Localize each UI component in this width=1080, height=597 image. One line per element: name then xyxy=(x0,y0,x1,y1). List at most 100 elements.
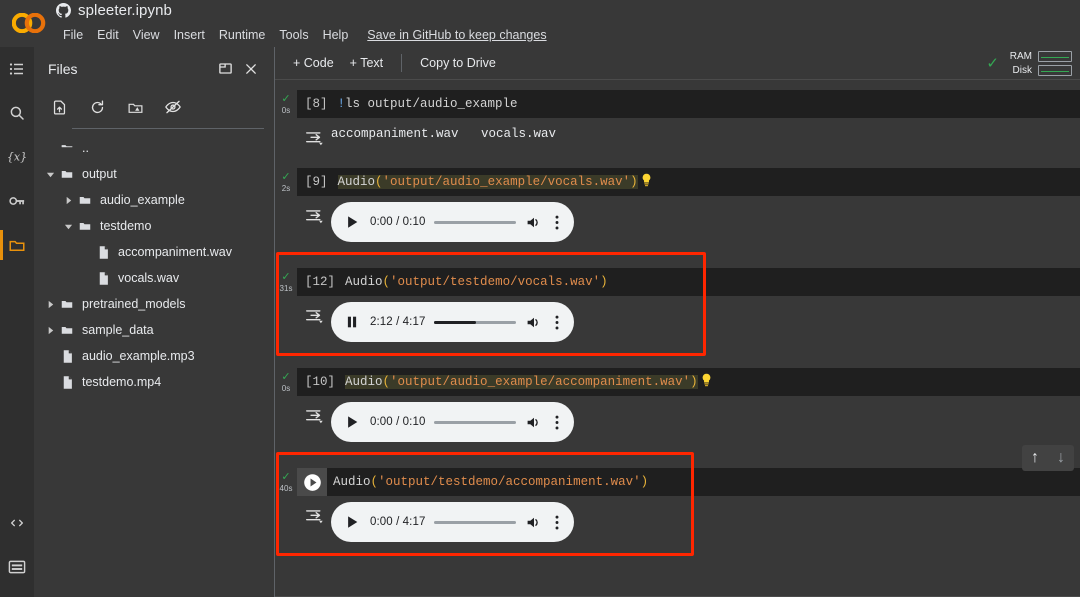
code-suggestion-lightbulb-icon[interactable] xyxy=(641,173,652,191)
playback-progress-bar[interactable] xyxy=(434,220,516,224)
output-stream-icon[interactable] xyxy=(297,302,331,324)
output-stream-icon[interactable] xyxy=(297,402,331,424)
execution-time-label: 40s xyxy=(279,484,293,493)
output-stream-icon[interactable] xyxy=(297,124,331,146)
cell-execution-status: ✓ 2s xyxy=(275,168,297,194)
close-icon[interactable] xyxy=(238,56,264,82)
output-stream-icon[interactable] xyxy=(297,202,331,224)
open-paren-token: ( xyxy=(382,375,391,389)
output-stream-icon[interactable] xyxy=(297,502,331,524)
notebook-cell[interactable]: ✓ 0s [10] Audio('output/audio_example/accom… xyxy=(275,354,1080,454)
menu-tools[interactable]: Tools xyxy=(272,25,315,45)
refresh-icon[interactable] xyxy=(84,94,110,120)
code-suggestion-lightbulb-icon[interactable] xyxy=(701,373,712,391)
code-editor-line[interactable]: Audio('output/testdemo/accompaniment.wav… xyxy=(297,468,1080,496)
player-more-options-icon[interactable] xyxy=(552,415,562,430)
ram-meter[interactable]: RAM xyxy=(1008,51,1072,62)
file-tree-item[interactable]: .. xyxy=(34,135,274,161)
string-literal-token: 'output/audio_example/vocals.wav' xyxy=(382,175,631,189)
parent-folder-icon xyxy=(58,141,76,155)
menu-view[interactable]: View xyxy=(126,25,167,45)
chevron-down-icon[interactable] xyxy=(42,166,58,182)
file-tree-item[interactable]: testdemo.mp4 xyxy=(34,369,274,395)
menu-runtime[interactable]: Runtime xyxy=(212,25,273,45)
file-tree-item[interactable]: audio_example xyxy=(34,187,274,213)
code-editor-line[interactable]: [9] Audio('output/audio_example/vocals.wa… xyxy=(297,168,1080,196)
play-button[interactable] xyxy=(343,215,361,229)
menu-help[interactable]: Help xyxy=(316,25,356,45)
file-tree-item[interactable]: testdemo xyxy=(34,213,274,239)
volume-icon[interactable] xyxy=(525,515,543,530)
add-text-cell-button[interactable]: + Text xyxy=(342,52,391,74)
menu-insert[interactable]: Insert xyxy=(167,25,212,45)
table-of-contents-icon[interactable] xyxy=(0,47,34,91)
notebook-cell[interactable]: ✓ 40s Audio('output/testdemo/accompaniment… xyxy=(275,454,1080,554)
playback-progress-bar[interactable] xyxy=(434,520,516,524)
move-cell-up-icon[interactable]: ↑ xyxy=(1024,447,1046,469)
chevron-right-icon[interactable] xyxy=(42,296,58,312)
file-icon xyxy=(58,349,76,364)
run-cell-button[interactable] xyxy=(297,468,327,496)
player-more-options-icon[interactable] xyxy=(552,215,562,230)
file-tree-item[interactable]: audio_example.mp3 xyxy=(34,343,274,369)
search-icon[interactable] xyxy=(0,91,34,135)
notebook-title-row[interactable]: spleeter.ipynb xyxy=(56,2,172,19)
file-tree-item[interactable]: accompaniment.wav xyxy=(34,239,274,265)
execution-time-label: 31s xyxy=(279,284,293,293)
variables-icon[interactable]: {x} xyxy=(0,135,34,179)
code-editor-line[interactable]: [10] Audio('output/audio_example/accompan… xyxy=(297,368,1080,396)
file-tree-item-label: audio_example xyxy=(100,193,185,207)
menu-file[interactable]: File xyxy=(56,25,90,45)
save-in-github-link[interactable]: Save in GitHub to keep changes xyxy=(361,25,552,45)
code-editor-line[interactable]: [12] Audio('output/testdemo/vocals.wav') xyxy=(297,268,1080,296)
terminal-icon[interactable] xyxy=(0,545,34,589)
notebook-cell[interactable]: ✓ 0s [8]! ls output/audio_example accompanim… xyxy=(275,82,1080,154)
chevron-right-icon[interactable] xyxy=(60,192,76,208)
play-button[interactable] xyxy=(343,515,361,529)
volume-icon[interactable] xyxy=(525,315,543,330)
cell-output: 0:00 / 0:10 xyxy=(297,196,1080,242)
volume-icon[interactable] xyxy=(525,415,543,430)
close-paren-token: ) xyxy=(630,175,638,189)
audio-player[interactable]: 0:00 / 4:17 xyxy=(331,502,574,542)
cell-execution-status: ✓ 0s xyxy=(275,368,297,394)
open-in-new-pane-icon[interactable] xyxy=(212,56,238,82)
ram-sparkline xyxy=(1038,51,1072,62)
execution-success-check-icon: ✓ xyxy=(281,93,291,105)
hide-hidden-files-icon[interactable] xyxy=(160,94,186,120)
code-editor-line[interactable]: [8]! ls output/audio_example xyxy=(297,90,1080,118)
file-tree-item[interactable]: output xyxy=(34,161,274,187)
secrets-key-icon[interactable] xyxy=(0,179,34,223)
upload-file-icon[interactable] xyxy=(46,94,72,120)
pause-button[interactable] xyxy=(343,315,361,329)
audio-player[interactable]: 0:00 / 0:10 xyxy=(331,402,574,442)
execution-time-label: 0s xyxy=(281,384,291,393)
colab-window: spleeter.ipynb File Edit View Insert Run… xyxy=(0,0,1080,597)
shell-escape-token: ! xyxy=(337,97,346,111)
audio-player[interactable]: 0:00 / 0:10 xyxy=(331,202,574,242)
menu-edit[interactable]: Edit xyxy=(90,25,126,45)
move-cell-down-icon[interactable]: ↓ xyxy=(1050,447,1072,469)
resource-meters[interactable]: RAM Disk xyxy=(1008,51,1072,76)
audio-player[interactable]: 2:12 / 4:17 xyxy=(331,302,574,342)
player-more-options-icon[interactable] xyxy=(552,515,562,530)
chevron-down-icon[interactable] xyxy=(60,218,76,234)
player-more-options-icon[interactable] xyxy=(552,315,562,330)
chevron-right-icon[interactable] xyxy=(42,322,58,338)
notebook-cell[interactable]: ✓ 31s [12] Audio('output/testdemo/vocals.wa… xyxy=(275,254,1080,354)
play-button[interactable] xyxy=(343,415,361,429)
playback-progress-bar[interactable] xyxy=(434,420,516,424)
file-tree-item[interactable]: pretrained_models xyxy=(34,291,274,317)
code-snippets-icon[interactable] xyxy=(0,501,34,545)
colab-logo[interactable] xyxy=(12,10,46,36)
files-folder-icon[interactable] xyxy=(0,223,34,267)
file-tree-item[interactable]: sample_data xyxy=(34,317,274,343)
disk-meter[interactable]: Disk xyxy=(1008,65,1072,76)
file-tree-item[interactable]: vocals.wav xyxy=(34,265,274,291)
add-code-cell-button[interactable]: + Code xyxy=(285,52,342,74)
copy-to-drive-button[interactable]: Copy to Drive xyxy=(412,52,504,74)
notebook-cell[interactable]: ✓ 2s [9] Audio('output/audio_example/vocals… xyxy=(275,154,1080,254)
mount-drive-icon[interactable] xyxy=(122,94,148,120)
volume-icon[interactable] xyxy=(525,215,543,230)
playback-progress-bar[interactable] xyxy=(434,320,516,324)
